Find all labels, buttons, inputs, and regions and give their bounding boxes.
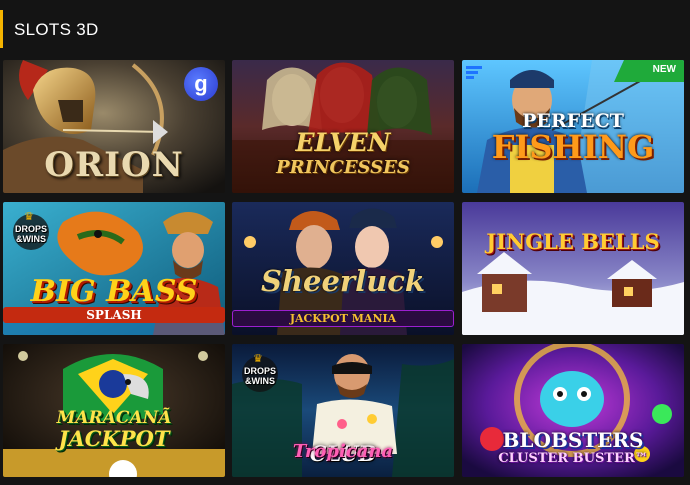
game-subtitle: JACKPOT	[58, 426, 170, 451]
game-grid: g ORION ELVEN PRINCESSES NEW PERFECT FIS…	[3, 60, 687, 478]
provider-g-logo: g	[184, 67, 218, 101]
new-badge: NEW	[614, 60, 684, 82]
game-title: ELVEN	[295, 128, 391, 157]
game-title: MARACANÃ	[56, 408, 172, 428]
crown-icon: ♛	[24, 211, 34, 223]
game-subtitle: JACKPOT MANIA	[232, 310, 454, 327]
game-tile-sheerluck[interactable]: Sheerluck JACKPOT MANIA	[232, 202, 454, 335]
game-tile-maracana-jackpot[interactable]: MARACANÃ JACKPOT	[3, 344, 225, 477]
game-tile-blobsters[interactable]: BLOBSTERS CLUSTER BUSTER™	[462, 344, 684, 477]
game-subtitle: PRINCESSES	[276, 157, 410, 178]
section-header: SLOTS 3D	[0, 10, 690, 48]
game-subtitle: SPLASH	[3, 307, 225, 323]
provider-logo-icon	[466, 66, 482, 80]
crown-icon: ♛	[253, 353, 263, 365]
game-subtitle: CLUSTER BUSTER™	[498, 451, 648, 466]
game-title: BIG BASS	[30, 274, 198, 309]
game-title: BLOBSTERS	[502, 428, 644, 452]
game-title: Sheerluck	[260, 264, 426, 298]
section-title: SLOTS 3D	[14, 20, 99, 39]
drops-wins-badge: ♛ DROPS &WINS	[9, 208, 53, 252]
game-subtitle: FISHING	[491, 128, 655, 166]
game-tile-club-tropicana[interactable]: ♛ DROPS &WINS CLUB Tropicana	[232, 344, 454, 477]
game-tile-elven-princesses[interactable]: ELVEN PRINCESSES	[232, 60, 454, 193]
drops-wins-badge: ♛ DROPS &WINS	[238, 350, 282, 394]
game-tile-big-bass-splash[interactable]: ♛ DROPS &WINS BIG BASS SPLASH	[3, 202, 225, 335]
game-tile-jingle-bells[interactable]: JINGLE BELLS	[462, 202, 684, 335]
game-tile-perfect-fishing[interactable]: NEW PERFECT FISHING	[462, 60, 684, 193]
section-accent-bar	[0, 10, 3, 48]
game-subtitle: Tropicana	[292, 441, 394, 462]
snowy-village-art	[462, 202, 684, 335]
game-title: JINGLE BELLS	[486, 229, 660, 254]
game-title: ORION	[44, 145, 184, 185]
game-tile-orion[interactable]: g ORION	[3, 60, 225, 193]
